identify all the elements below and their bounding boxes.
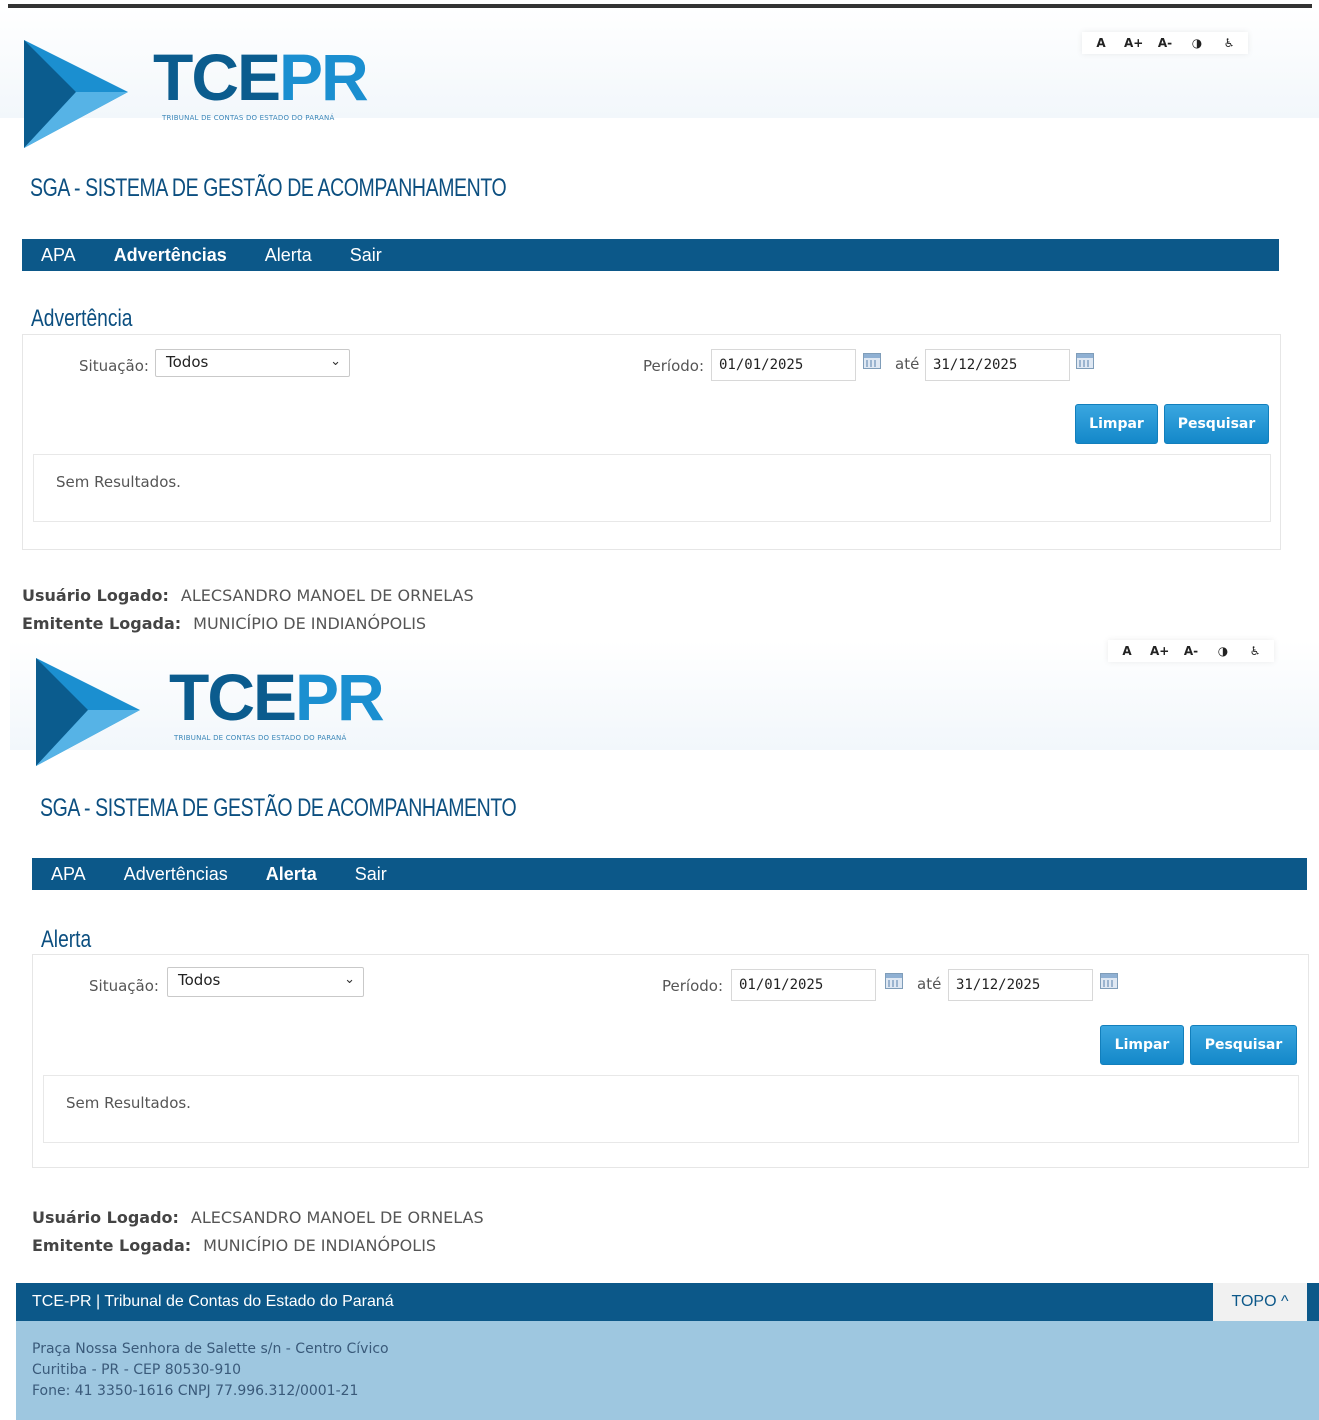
accessibility-icon[interactable]: ♿ xyxy=(1220,36,1238,50)
calendar-icon[interactable] xyxy=(1100,973,1118,989)
calendar-icon[interactable] xyxy=(1076,353,1094,369)
periodo-label: Período: xyxy=(662,977,724,995)
main-nav: APA Advertências Alerta Sair xyxy=(32,858,1307,890)
accessibility-icon[interactable]: ♿ xyxy=(1246,644,1264,658)
results-box: Sem Resultados. xyxy=(33,454,1271,522)
filter-form: Situação: Todos ⌄ Período: 01/01/2025 até… xyxy=(32,954,1309,1168)
address-line-3: Fone: 41 3350-1616 CNPJ 77.996.312/0001-… xyxy=(32,1383,359,1399)
filter-form: Situação: Todos ⌄ Período: 01/01/2025 até… xyxy=(22,334,1281,550)
section-title: Advertência xyxy=(31,305,133,332)
font-normal-button[interactable]: A xyxy=(1118,644,1136,658)
logo-subtitle: TRIBUNAL DE CONTAS DO ESTADO DO PARANÁ xyxy=(174,734,347,742)
nav-advertencias[interactable]: Advertências xyxy=(95,245,246,266)
panel-alerta: A A+ A- ◑ ♿ TCEPR TRIBUNAL DE CONTAS DO … xyxy=(10,640,1319,1280)
results-box: Sem Resultados. xyxy=(43,1075,1299,1143)
ate-label: até xyxy=(917,975,942,993)
emitente-info: Emitente Logada: MUNICÍPIO DE INDIANÓPOLI… xyxy=(22,614,427,633)
accessibility-toolbar: A A+ A- ◑ ♿ xyxy=(1108,640,1274,662)
font-decrease-button[interactable]: A- xyxy=(1156,36,1174,50)
situacao-select[interactable]: Todos ⌄ xyxy=(167,967,364,997)
footer-title: TCE-PR | Tribunal de Contas do Estado do… xyxy=(32,1293,394,1310)
date-from-input[interactable]: 01/01/2025 xyxy=(711,349,856,381)
situacao-label: Situação: xyxy=(89,977,159,995)
date-from-input[interactable]: 01/01/2025 xyxy=(731,969,876,1001)
footer-address: Praça Nossa Senhora de Salette s/n - Cen… xyxy=(16,1321,1319,1420)
chevron-down-icon: ⌄ xyxy=(330,354,341,369)
calendar-icon[interactable] xyxy=(885,973,903,989)
date-to-input[interactable]: 31/12/2025 xyxy=(925,349,1070,381)
main-nav: APA Advertências Alerta Sair xyxy=(22,239,1279,271)
user-info: Usuário Logado: ALECSANDRO MANOEL DE ORNE… xyxy=(32,1208,484,1227)
nav-sair[interactable]: Sair xyxy=(331,245,401,266)
app-title: SGA - SISTEMA DE GESTÃO DE ACOMPANHAMENT… xyxy=(40,794,517,822)
nav-advertencias[interactable]: Advertências xyxy=(105,864,247,885)
section-title: Alerta xyxy=(41,926,92,953)
periodo-label: Período: xyxy=(643,357,705,375)
logo-text: TCEPR xyxy=(153,40,369,114)
back-to-top-button[interactable]: TOPO ^ xyxy=(1213,1283,1307,1321)
tcepr-logo[interactable]: TCEPR TRIBUNAL DE CONTAS DO ESTADO DO PA… xyxy=(16,30,376,160)
nav-apa[interactable]: APA xyxy=(32,864,105,885)
situacao-label: Situação: xyxy=(79,357,149,375)
font-decrease-button[interactable]: A- xyxy=(1182,644,1200,658)
chevron-down-icon: ⌄ xyxy=(344,972,355,987)
font-increase-button[interactable]: A+ xyxy=(1124,36,1143,50)
contrast-icon[interactable]: ◑ xyxy=(1188,36,1206,50)
nav-sair[interactable]: Sair xyxy=(336,864,406,885)
accessibility-toolbar: A A+ A- ◑ ♿ xyxy=(1082,32,1248,54)
logo-triangle-icon xyxy=(36,658,140,766)
ate-label: até xyxy=(895,355,920,373)
emitente-info: Emitente Logada: MUNICÍPIO DE INDIANÓPOLI… xyxy=(32,1236,437,1255)
user-info: Usuário Logado: ALECSANDRO MANOEL DE ORNE… xyxy=(22,586,474,605)
clear-button[interactable]: Limpar xyxy=(1075,404,1158,444)
footer-bar: TCE-PR | Tribunal de Contas do Estado do… xyxy=(16,1283,1319,1321)
situacao-select[interactable]: Todos ⌄ xyxy=(155,349,350,377)
address-line-1: Praça Nossa Senhora de Salette s/n - Cen… xyxy=(32,1341,389,1357)
nav-apa[interactable]: APA xyxy=(22,245,95,266)
logo-subtitle: TRIBUNAL DE CONTAS DO ESTADO DO PARANÁ xyxy=(162,114,335,122)
clear-button[interactable]: Limpar xyxy=(1100,1025,1184,1065)
tcepr-logo[interactable]: TCEPR TRIBUNAL DE CONTAS DO ESTADO DO PA… xyxy=(26,648,386,778)
font-increase-button[interactable]: A+ xyxy=(1150,644,1169,658)
font-normal-button[interactable]: A xyxy=(1092,36,1110,50)
nav-alerta[interactable]: Alerta xyxy=(247,864,336,885)
panel-advertencia: A A+ A- ◑ ♿ TCEPR TRIBUNAL DE CONTAS DO … xyxy=(0,8,1319,633)
address-line-2: Curitiba - PR - CEP 80530-910 xyxy=(32,1362,242,1378)
nav-alerta[interactable]: Alerta xyxy=(246,245,331,266)
logo-triangle-icon xyxy=(24,40,128,148)
date-to-input[interactable]: 31/12/2025 xyxy=(948,969,1093,1001)
logo-text: TCEPR xyxy=(169,660,385,734)
results-text: Sem Resultados. xyxy=(56,473,181,491)
results-text: Sem Resultados. xyxy=(66,1094,191,1112)
search-button[interactable]: Pesquisar xyxy=(1190,1025,1297,1065)
search-button[interactable]: Pesquisar xyxy=(1164,404,1269,444)
calendar-icon[interactable] xyxy=(863,353,881,369)
contrast-icon[interactable]: ◑ xyxy=(1214,644,1232,658)
app-title: SGA - SISTEMA DE GESTÃO DE ACOMPANHAMENT… xyxy=(30,174,507,202)
